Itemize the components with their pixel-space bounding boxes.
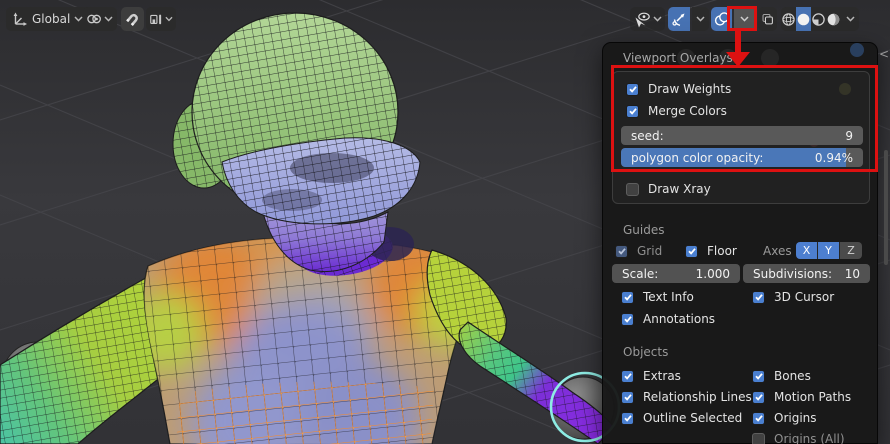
chevron-down-icon [845, 16, 855, 22]
pivot-point-button[interactable] [83, 7, 117, 31]
bones-row[interactable]: Bones [752, 368, 811, 384]
origins-all-row[interactable]: Origins (All) [752, 431, 845, 444]
checkbox-checked-icon[interactable] [752, 411, 765, 425]
gizmo-arrow-icon [672, 13, 685, 26]
checkbox-checked-icon[interactable] [621, 369, 634, 383]
chevron-down-icon [165, 16, 173, 22]
snap-target-button[interactable] [146, 7, 176, 31]
snap-toggle-button[interactable] [121, 7, 144, 31]
outline-selected-row[interactable]: Outline Selected [621, 410, 742, 426]
checkbox-checked-icon[interactable] [685, 244, 698, 258]
chevron-down-icon [653, 16, 662, 22]
grid-subdivisions-field[interactable]: Subdivisions: 10 [743, 264, 870, 283]
orientation-label: Global [32, 12, 71, 26]
annotations-label: Annotations [643, 312, 716, 326]
motion-paths-row[interactable]: Motion Paths [752, 389, 851, 405]
outline-selected-label: Outline Selected [643, 411, 743, 425]
shading-rendered-button[interactable] [826, 7, 841, 31]
motion-paths-label: Motion Paths [774, 390, 852, 404]
grid-scale-field[interactable]: Scale: 1.000 [612, 264, 740, 283]
cursor-3d-row[interactable]: 3D Cursor [752, 289, 834, 305]
subdivisions-label: Subdivisions: [753, 266, 833, 281]
extras-label: Extras [643, 369, 681, 383]
checkbox-unchecked-icon[interactable] [752, 432, 765, 444]
axis-y-toggle[interactable]: Y [818, 242, 840, 259]
checkbox-checked-icon[interactable] [752, 290, 765, 304]
axis-z-toggle[interactable]: Z [840, 242, 862, 259]
axes-toggle-group: X Y Z [796, 242, 862, 259]
checkbox-checked-icon[interactable] [752, 369, 765, 383]
draw-xray-row[interactable]: Draw Xray [626, 181, 711, 197]
snap-target-icon [150, 14, 162, 25]
origins-row[interactable]: Origins [752, 410, 817, 426]
popover-title: Viewport Overlays [623, 51, 733, 65]
checkbox-checked-muted-icon[interactable] [615, 244, 628, 258]
origins-all-label: Origins (All) [774, 432, 845, 444]
axes-orientation-icon [13, 12, 27, 26]
text-info-label: Text Info [643, 290, 694, 304]
relationship-lines-label: Relationship Lines [643, 390, 752, 404]
solid-sphere-icon [797, 13, 810, 25]
annotation-box-dropdown [727, 6, 757, 31]
rendered-sphere-icon [827, 13, 840, 25]
wireframe-sphere-icon [782, 12, 795, 26]
axes-label: Axes [763, 244, 792, 258]
chevron-down-icon [104, 16, 113, 22]
annotation-box-panel-section [611, 65, 878, 172]
annotations-row[interactable]: Annotations [621, 311, 715, 327]
guides-section-title: Guides [623, 223, 665, 237]
scale-value: 1.000 [695, 266, 730, 281]
shading-solid-button[interactable] [796, 7, 811, 31]
material-sphere-icon [812, 12, 825, 26]
checkbox-checked-icon[interactable] [752, 390, 765, 404]
magnet-icon [125, 13, 138, 26]
cursor-3d-label: 3D Cursor [774, 290, 835, 304]
origins-label: Origins [774, 411, 817, 425]
checkbox-checked-icon[interactable] [621, 390, 634, 404]
eye-cursor-icon [635, 12, 650, 27]
shading-wireframe-button[interactable] [781, 7, 796, 31]
grid-checkbox-row[interactable]: Grid [615, 243, 662, 259]
annotation-arrow-shaft [735, 31, 741, 53]
xray-icon [762, 14, 773, 25]
xray-toggle-button[interactable] [758, 7, 777, 31]
visibility-popover-button[interactable] [630, 7, 665, 31]
gizmo-toggle-button[interactable] [668, 7, 690, 31]
text-info-row[interactable]: Text Info [621, 289, 694, 305]
blender-viewport-window: Global Viewport Overlays Draw Weights Me… [0, 0, 890, 444]
scale-label: Scale: [622, 266, 659, 281]
extras-row[interactable]: Extras [621, 368, 681, 384]
subdivisions-value: 10 [844, 266, 860, 281]
checkbox-unchecked-icon[interactable] [626, 182, 639, 196]
ghost-nav-dot [850, 43, 864, 57]
floor-checkbox-row[interactable]: Floor [685, 243, 737, 259]
shading-dropdown-button[interactable] [841, 7, 859, 31]
relationship-lines-row[interactable]: Relationship Lines [621, 389, 752, 405]
shading-mode-group [781, 7, 859, 31]
axis-x-toggle[interactable]: X [796, 242, 818, 259]
checkbox-checked-icon[interactable] [621, 411, 634, 425]
checkbox-checked-icon[interactable] [621, 290, 634, 304]
pivot-point-icon [87, 14, 101, 24]
grid-label: Grid [637, 244, 663, 258]
region-collapse-arrow[interactable]: < [879, 47, 889, 61]
panel-scrollbar[interactable] [884, 150, 888, 265]
gizmo-dropdown-button[interactable] [692, 7, 709, 31]
shading-material-button[interactable] [811, 7, 826, 31]
checkbox-checked-icon[interactable] [621, 312, 634, 326]
floor-label: Floor [707, 244, 737, 258]
bones-label: Bones [774, 369, 811, 383]
draw-xray-label: Draw Xray [648, 182, 711, 196]
chevron-down-icon [74, 16, 83, 22]
objects-section-title: Objects [623, 345, 669, 359]
chevron-down-icon [696, 16, 705, 22]
